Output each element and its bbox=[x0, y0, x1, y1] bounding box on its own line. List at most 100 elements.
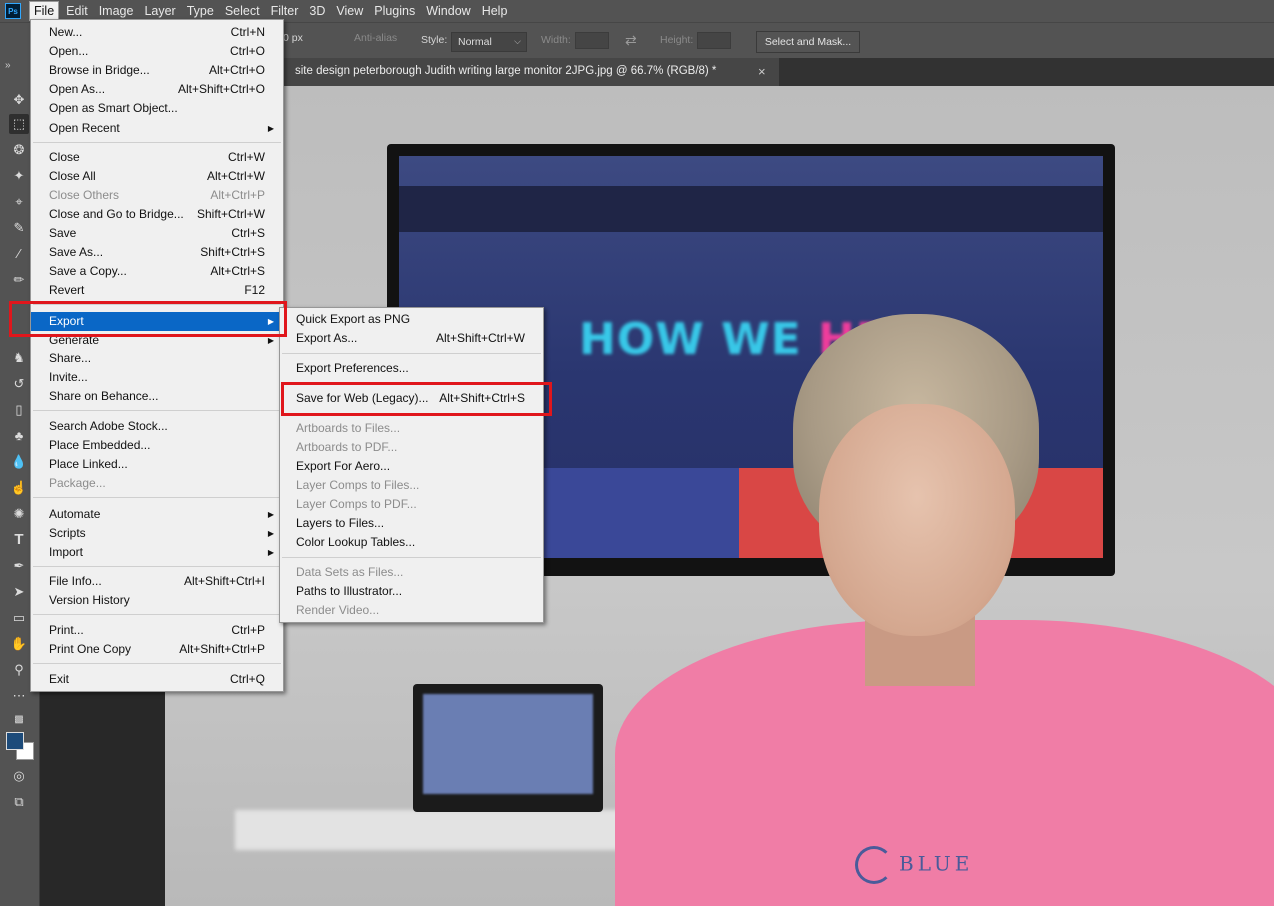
screen-mode-icon[interactable]: ⧉ bbox=[9, 792, 29, 812]
menu-item-close-and-go-to-bridge[interactable]: Close and Go to Bridge... Shift+Ctrl+W bbox=[31, 205, 283, 224]
menu-item-quick-export-png[interactable]: Quick Export as PNG bbox=[280, 310, 543, 329]
menu-item-layers-to-files[interactable]: Layers to Files... bbox=[280, 514, 543, 533]
eraser-tool-icon[interactable]: ▯ bbox=[9, 400, 29, 420]
stamp-tool-icon[interactable]: ♞ bbox=[9, 348, 29, 368]
menu-item-place-linked[interactable]: Place Linked... bbox=[31, 455, 283, 474]
select-and-mask-button[interactable]: Select and Mask... bbox=[756, 31, 860, 53]
annotation-highlight-export bbox=[9, 301, 287, 337]
crop-tool-icon[interactable]: ⌖ bbox=[9, 192, 29, 212]
menu-item-color-lookup-tables[interactable]: Color Lookup Tables... bbox=[280, 533, 543, 552]
menu-view[interactable]: View bbox=[332, 2, 367, 20]
move-tool-icon[interactable]: ✥ bbox=[9, 90, 29, 110]
menu-item-export-as[interactable]: Export As... Alt+Shift+Ctrl+W bbox=[280, 329, 543, 348]
pen-tool-icon[interactable]: ✒ bbox=[9, 556, 29, 576]
close-tab-icon[interactable]: × bbox=[758, 64, 766, 79]
menu-item-close[interactable]: Close Ctrl+W bbox=[31, 148, 283, 167]
logo-swirl-icon bbox=[855, 846, 893, 884]
menu-item-label: Close and Go to Bridge... bbox=[49, 207, 184, 221]
swap-icon[interactable]: ⇄ bbox=[625, 32, 637, 49]
menu-item-label: Export As... bbox=[296, 331, 358, 345]
menu-item-paths-to-illustrator[interactable]: Paths to Illustrator... bbox=[280, 582, 543, 601]
collapse-panel-icon[interactable]: » bbox=[5, 60, 11, 71]
menu-item-label: Close Others bbox=[49, 188, 120, 202]
menu-item-scripts[interactable]: Scripts ▶ bbox=[31, 524, 283, 543]
menu-item-print[interactable]: Print... Ctrl+P bbox=[31, 621, 283, 640]
document-tab-title: site design peterborough Judith writing … bbox=[295, 65, 717, 77]
menu-item-export-for-aero[interactable]: Export For Aero... bbox=[280, 457, 543, 476]
menu-help[interactable]: Help bbox=[478, 2, 512, 20]
sponge-tool-icon[interactable]: ✺ bbox=[9, 504, 29, 524]
feather-input[interactable]: 0 px bbox=[283, 32, 303, 44]
menu-item-file-info[interactable]: File Info... Alt+Shift+Ctrl+I bbox=[31, 572, 283, 591]
menu-item-shortcut: Alt+Shift+Ctrl+P bbox=[179, 642, 265, 656]
pencil-tool-icon[interactable]: ✏ bbox=[9, 270, 29, 290]
menu-item-shortcut: Alt+Ctrl+W bbox=[206, 169, 265, 183]
magic-wand-tool-icon[interactable]: ✦ bbox=[9, 166, 29, 186]
menu-item-save-as[interactable]: Save As... Shift+Ctrl+S bbox=[31, 243, 283, 262]
menu-item-export-preferences[interactable]: Export Preferences... bbox=[280, 359, 543, 378]
menu-item-new[interactable]: New... Ctrl+N bbox=[31, 23, 283, 42]
style-select[interactable]: Normal ⌵ bbox=[451, 32, 527, 52]
lasso-tool-icon[interactable]: ❂ bbox=[9, 140, 29, 160]
path-selection-tool-icon[interactable]: ➤ bbox=[9, 582, 29, 602]
menu-item-package: Package... bbox=[31, 474, 283, 493]
menu-item-open-recent[interactable]: Open Recent ▶ bbox=[31, 119, 283, 138]
menu-item-browse-in-bridge[interactable]: Browse in Bridge... Alt+Ctrl+O bbox=[31, 61, 283, 80]
menu-item-shortcut: Alt+Ctrl+O bbox=[208, 63, 265, 77]
hand-tool-icon[interactable]: ✋ bbox=[9, 634, 29, 654]
submenu-arrow-icon: ▶ bbox=[267, 124, 274, 133]
menu-item-save-a-copy[interactable]: Save a Copy... Alt+Ctrl+S bbox=[31, 262, 283, 281]
style-select-value: Normal bbox=[458, 36, 492, 48]
menu-item-open-as-smart-object[interactable]: Open as Smart Object... bbox=[31, 99, 283, 118]
menu-image[interactable]: Image bbox=[95, 2, 138, 20]
menu-item-open-as[interactable]: Open As... Alt+Shift+Ctrl+O bbox=[31, 80, 283, 99]
document-tab[interactable]: site design peterborough Judith writing … bbox=[283, 58, 779, 86]
menu-item-label: Share on Behance... bbox=[49, 389, 159, 403]
menu-item-close-all[interactable]: Close All Alt+Ctrl+W bbox=[31, 167, 283, 186]
smudge-tool-icon[interactable]: ☝ bbox=[9, 478, 29, 498]
menu-item-invite[interactable]: Invite... bbox=[31, 368, 283, 387]
menu-item-save[interactable]: Save Ctrl+S bbox=[31, 224, 283, 243]
menu-item-import[interactable]: Import ▶ bbox=[31, 543, 283, 562]
foreground-color-swatch[interactable] bbox=[6, 732, 24, 750]
brush-tool-icon[interactable]: ⁄ bbox=[9, 244, 29, 264]
quick-mask-icon[interactable]: ◎ bbox=[9, 766, 29, 786]
history-brush-tool-icon[interactable]: ↺ bbox=[9, 374, 29, 394]
blur-tool-icon[interactable]: 💧 bbox=[9, 452, 29, 472]
menu-item-automate[interactable]: Automate ▶ bbox=[31, 505, 283, 524]
menu-item-shortcut: Alt+Ctrl+S bbox=[210, 264, 265, 278]
menu-item-revert[interactable]: Revert F12 bbox=[31, 281, 283, 300]
menu-item-shortcut: Ctrl+N bbox=[230, 25, 265, 39]
rectangle-tool-icon[interactable]: ▭ bbox=[9, 608, 29, 628]
menu-item-version-history[interactable]: Version History bbox=[31, 591, 283, 610]
menu-window[interactable]: Window bbox=[422, 2, 474, 20]
menu-select[interactable]: Select bbox=[221, 2, 264, 20]
type-tool-icon[interactable]: T bbox=[9, 530, 29, 550]
menu-item-exit[interactable]: Exit Ctrl+Q bbox=[31, 670, 283, 689]
menu-item-share[interactable]: Share... bbox=[31, 349, 283, 368]
default-colors-icon[interactable]: ▩ ⇅ bbox=[9, 710, 29, 745]
marquee-tool-icon[interactable]: ⬚ bbox=[9, 114, 29, 134]
menu-item-search-adobe-stock[interactable]: Search Adobe Stock... bbox=[31, 417, 283, 436]
menu-item-open[interactable]: Open... Ctrl+O bbox=[31, 42, 283, 61]
menu-edit[interactable]: Edit bbox=[62, 2, 92, 20]
menu-layer[interactable]: Layer bbox=[140, 2, 179, 20]
export-submenu: Quick Export as PNG Export As... Alt+Shif… bbox=[279, 307, 544, 623]
eyedropper-tool-icon[interactable]: ✎ bbox=[9, 218, 29, 238]
menu-3d[interactable]: 3D bbox=[305, 2, 329, 20]
more-tools-icon[interactable]: ⋯ bbox=[9, 686, 29, 706]
width-input[interactable] bbox=[575, 32, 609, 49]
menu-item-label: Quick Export as PNG bbox=[296, 312, 411, 326]
anti-alias-checkbox[interactable]: Anti-alias bbox=[354, 32, 397, 44]
height-input[interactable] bbox=[697, 32, 731, 49]
menu-filter[interactable]: Filter bbox=[267, 2, 303, 20]
menu-file[interactable]: File bbox=[29, 1, 60, 21]
zoom-tool-icon[interactable]: ⚲ bbox=[9, 660, 29, 680]
menu-type[interactable]: Type bbox=[183, 2, 218, 20]
menu-item-print-one-copy[interactable]: Print One Copy Alt+Shift+Ctrl+P bbox=[31, 640, 283, 659]
menu-item-share-on-behance[interactable]: Share on Behance... bbox=[31, 387, 283, 406]
menu-item-place-embedded[interactable]: Place Embedded... bbox=[31, 436, 283, 455]
menu-plugins[interactable]: Plugins bbox=[370, 2, 419, 20]
paint-bucket-tool-icon[interactable]: ♣ bbox=[9, 426, 29, 446]
menu-item-label: Export For Aero... bbox=[296, 459, 391, 473]
